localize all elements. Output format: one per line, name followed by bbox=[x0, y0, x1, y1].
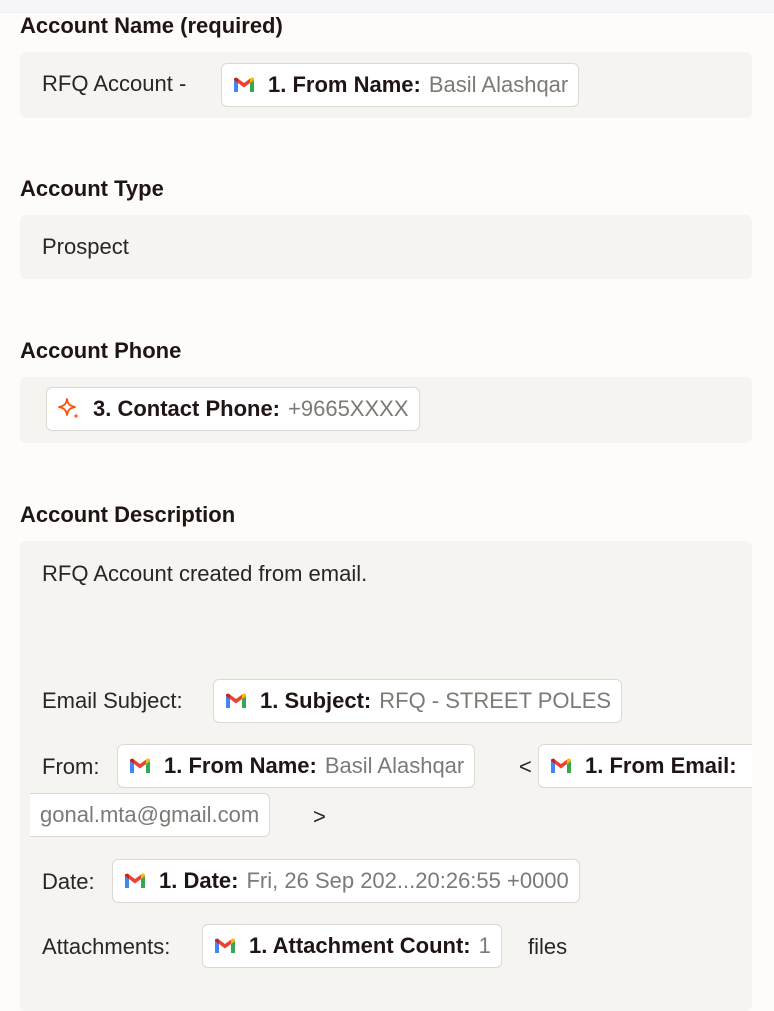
gmail-icon bbox=[213, 934, 237, 958]
description-intro: RFQ Account created from email. bbox=[42, 561, 368, 586]
less-than-symbol: < bbox=[519, 754, 532, 779]
sparkle-ai-icon bbox=[57, 397, 81, 421]
token-key: 1. Date: bbox=[159, 868, 239, 893]
greater-than-symbol: > bbox=[313, 804, 326, 829]
date-token[interactable]: 1. Date: Fri, 26 Sep 202...20:26:55 +000… bbox=[112, 859, 580, 903]
contact-phone-token[interactable]: 3. Contact Phone: +9665XXXX bbox=[46, 387, 420, 431]
token-key: 1. Attachment Count: bbox=[249, 933, 471, 958]
gmail-icon bbox=[224, 689, 248, 713]
token-value: RFQ - STREET POLES bbox=[379, 688, 612, 713]
account-name-prefix: RFQ Account - bbox=[42, 71, 187, 96]
top-toolbar-strip bbox=[0, 0, 774, 13]
account-name-field[interactable]: RFQ Account - 1. From Name: Basil Alashq… bbox=[20, 52, 752, 118]
date-label: Date: bbox=[42, 869, 95, 894]
token-value: +9665XXXX bbox=[288, 396, 409, 421]
account-type-field[interactable]: Prospect bbox=[20, 215, 752, 279]
from-email-token-continued[interactable]: gonal.mta@gmail.com bbox=[30, 793, 271, 837]
attachment-count-token[interactable]: 1. Attachment Count: 1 bbox=[202, 924, 502, 968]
attachments-label: Attachments: bbox=[42, 934, 171, 959]
account-description-field[interactable]: RFQ Account created from email. Email Su… bbox=[20, 541, 752, 1011]
account-description-label: Account Description bbox=[20, 502, 236, 527]
gmail-icon bbox=[128, 754, 152, 778]
token-value: gonal.mta@gmail.com bbox=[40, 802, 260, 827]
subject-token[interactable]: 1. Subject: RFQ - STREET POLES bbox=[213, 679, 623, 723]
gmail-icon bbox=[549, 754, 573, 778]
token-value: Basil Alashqar bbox=[324, 753, 465, 778]
from-name-token[interactable]: 1. From Name: Basil Alashqar bbox=[117, 744, 476, 788]
from-name-token[interactable]: 1. From Name: Basil Alashqar bbox=[221, 63, 580, 107]
from-email-token[interactable]: 1. From Email: bbox=[538, 744, 752, 788]
gmail-icon bbox=[232, 73, 256, 97]
account-type-label: Account Type bbox=[20, 176, 164, 201]
from-label: From: bbox=[42, 754, 100, 779]
account-phone-field[interactable]: 3. Contact Phone: +9665XXXX bbox=[20, 377, 752, 443]
token-key: 1. From Name: bbox=[164, 753, 317, 778]
attachments-suffix: files bbox=[528, 934, 568, 959]
token-value: Fri, 26 Sep 202...20:26:55 +0000 bbox=[246, 868, 569, 893]
token-key: 1. From Name: bbox=[268, 72, 421, 97]
account-name-label: Account Name (required) bbox=[20, 13, 283, 38]
token-value: Basil Alashqar bbox=[428, 72, 569, 97]
token-key: 3. Contact Phone: bbox=[93, 396, 281, 421]
email-subject-label: Email Subject: bbox=[42, 688, 183, 713]
account-phone-label: Account Phone bbox=[20, 338, 182, 363]
account-type-value: Prospect bbox=[42, 234, 129, 259]
token-value: 1 bbox=[478, 933, 491, 958]
gmail-icon bbox=[123, 869, 147, 893]
token-key: 1. Subject: bbox=[260, 688, 372, 713]
token-key: 1. From Email: bbox=[585, 753, 737, 778]
